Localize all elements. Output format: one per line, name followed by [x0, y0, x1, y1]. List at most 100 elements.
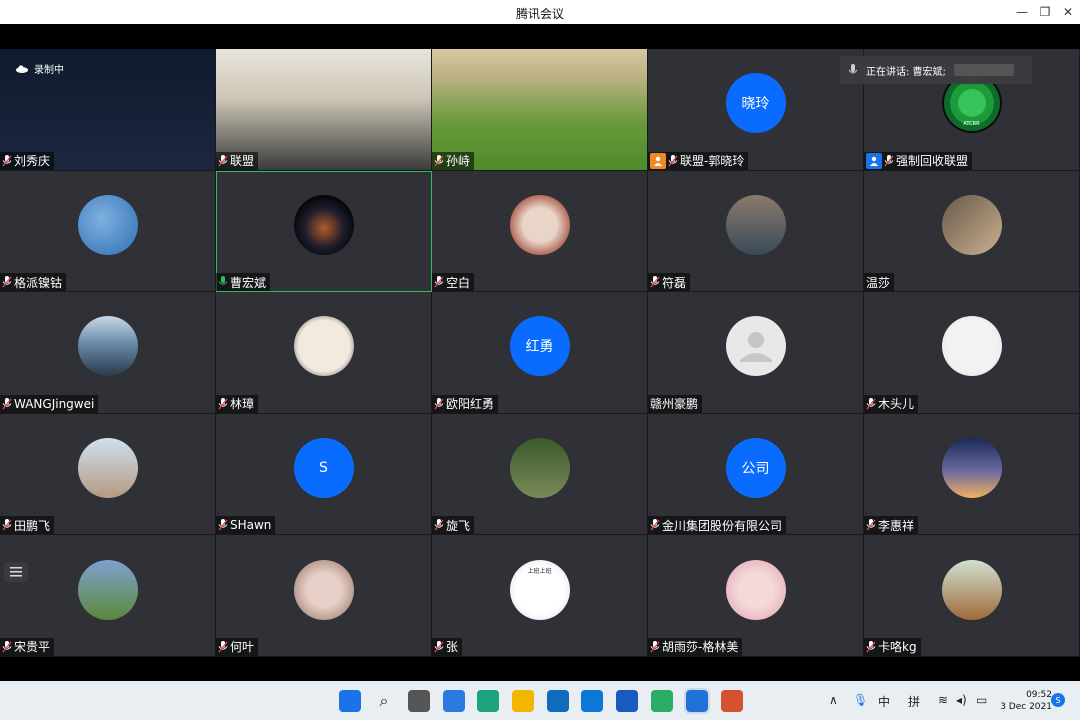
- participant-name-bar: 空白: [432, 273, 475, 292]
- mic-icon: [434, 154, 444, 167]
- participant-name-bar: 刘秀庆: [0, 151, 55, 170]
- powerpoint-icon[interactable]: [721, 690, 743, 712]
- mic-icon: [650, 276, 660, 288]
- participant-tile[interactable]: 空白: [432, 170, 648, 293]
- mic-icon: [218, 519, 228, 531]
- recording-indicator[interactable]: 录制中: [16, 61, 64, 76]
- participant-name: 欧阳红勇: [446, 397, 495, 412]
- wechat-icon[interactable]: [651, 690, 673, 712]
- start-icon[interactable]: [339, 690, 361, 712]
- avatar: [941, 559, 1002, 620]
- participant-name-bar: 欧阳红勇: [432, 394, 499, 413]
- mic-icon: [218, 397, 228, 410]
- outlook-icon[interactable]: [547, 690, 569, 712]
- participant-name: SHawn: [230, 518, 272, 533]
- mic-tray-icon[interactable]: 🎙: [853, 693, 868, 707]
- participant-tile[interactable]: 胡雨莎-格林美: [648, 535, 864, 657]
- meeting-bottom-bar: [0, 657, 1080, 681]
- avatar-initials: 公司: [741, 461, 770, 478]
- participant-name: 田鹏飞: [14, 518, 51, 533]
- avatar: [941, 316, 1002, 377]
- participant-tile[interactable]: 曹宏斌: [216, 170, 432, 293]
- notification-icon[interactable]: S: [1051, 693, 1065, 707]
- speaking-label: 正在讲话: 曹宏斌;: [866, 66, 946, 78]
- wifi-icon[interactable]: ≋: [938, 693, 948, 707]
- participant-name-bar: 孙峙: [432, 151, 475, 170]
- volume-icon[interactable]: ◂): [956, 693, 967, 707]
- participant-name: 木头儿: [878, 397, 915, 412]
- meme-text: 上班上班: [527, 567, 552, 575]
- participant-tile[interactable]: 孙峙: [432, 49, 648, 171]
- logo-text: ATCRR: [963, 121, 980, 128]
- participant-name-bar: 符磊: [648, 273, 691, 292]
- task-view-icon[interactable]: [408, 690, 430, 712]
- ime-pinyin[interactable]: 拼: [908, 693, 920, 710]
- participant-name: 金川集团股份有限公司: [662, 518, 783, 533]
- participant-name-bar: WANGJingwei: [0, 394, 99, 413]
- edge-icon[interactable]: [477, 690, 499, 712]
- avatar-initials: S: [319, 460, 328, 477]
- participant-tile[interactable]: 符磊: [648, 170, 864, 293]
- mic-icon: [650, 640, 660, 653]
- participant-name-bar: 联盟-郭晓玲: [648, 151, 749, 170]
- participant-tile[interactable]: 温莎: [864, 170, 1080, 293]
- clock[interactable]: 09:52 3 Dec 2021: [1000, 689, 1052, 713]
- participant-tile[interactable]: 晓玲 联盟-郭晓玲: [648, 49, 864, 171]
- participant-name: 曹宏斌: [230, 275, 267, 290]
- file-explorer-icon[interactable]: [512, 690, 534, 712]
- participant-tile[interactable]: 何叶: [216, 535, 432, 657]
- participant-name: 张: [446, 640, 459, 655]
- avatar: [293, 559, 354, 620]
- participant-name: 卡咯kg: [878, 640, 917, 655]
- mic-icon: [218, 154, 228, 167]
- participant-tile[interactable]: 红勇欧阳红勇: [432, 292, 648, 414]
- participant-tile[interactable]: 联盟: [216, 49, 432, 171]
- avatar: 红勇: [509, 316, 570, 377]
- mic-icon: [848, 64, 858, 74]
- participant-name-bar: 温莎: [864, 273, 895, 292]
- participant-name-bar: 胡雨莎-格林美: [648, 637, 743, 656]
- participant-name-bar: 木头儿: [864, 394, 919, 413]
- user-icon: [866, 152, 882, 169]
- battery-icon[interactable]: ▭: [976, 693, 987, 707]
- participant-name: WANGJingwei: [14, 396, 95, 411]
- mic-icon: [2, 154, 12, 167]
- mic-icon: [434, 640, 444, 653]
- participant-tile[interactable]: 格派镍钴: [0, 170, 216, 293]
- avatar: [509, 194, 570, 255]
- tencent-meeting-icon[interactable]: [684, 688, 710, 714]
- close-button[interactable]: ✕: [1060, 4, 1076, 20]
- mic-icon: [434, 519, 444, 531]
- word-icon[interactable]: [616, 690, 638, 712]
- participant-name: 李惠祥: [878, 518, 915, 533]
- member-list-button[interactable]: [4, 562, 28, 582]
- participant-tile[interactable]: 公司金川集团股份有限公司: [648, 413, 864, 536]
- search-icon[interactable]: ⌕: [373, 690, 395, 712]
- participant-name-bar: 何叶: [216, 637, 259, 656]
- window-title: 腾讯会议: [515, 7, 564, 21]
- participant-tile[interactable]: S SHawn: [216, 413, 432, 536]
- onedrive-icon[interactable]: [581, 690, 603, 712]
- mic-icon: [668, 154, 678, 167]
- participant-tile[interactable]: 宋贵平: [0, 535, 216, 657]
- participant-tile[interactable]: 卡咯kg: [864, 535, 1080, 657]
- participant-tile[interactable]: 木头儿: [864, 292, 1080, 414]
- participant-tile[interactable]: 李惠祥: [864, 413, 1080, 536]
- avatar-initials: 红勇: [525, 339, 554, 356]
- avatar: [77, 194, 138, 255]
- minimize-button[interactable]: —: [1014, 4, 1030, 20]
- mic-icon: [218, 640, 228, 653]
- participant-tile[interactable]: 林璋: [216, 292, 432, 414]
- widgets-icon[interactable]: [443, 690, 465, 712]
- restore-button[interactable]: ❐: [1037, 4, 1053, 20]
- participant-tile[interactable]: WANGJingwei: [0, 292, 216, 414]
- participant-tile[interactable]: 田鹏飞: [0, 413, 216, 536]
- participant-name-bar: 金川集团股份有限公司: [648, 516, 787, 535]
- participant-tile[interactable]: 赣州豪鹏: [648, 292, 864, 414]
- ime-chinese[interactable]: 中: [878, 693, 890, 710]
- chevron-up-icon[interactable]: ∧: [829, 693, 838, 707]
- window-titlebar: 腾讯会议 — ❐ ✕: [0, 0, 1080, 24]
- cloud-icon: [16, 64, 28, 73]
- participant-tile[interactable]: 上班上班张: [432, 535, 648, 657]
- participant-tile[interactable]: 旋飞: [432, 413, 648, 536]
